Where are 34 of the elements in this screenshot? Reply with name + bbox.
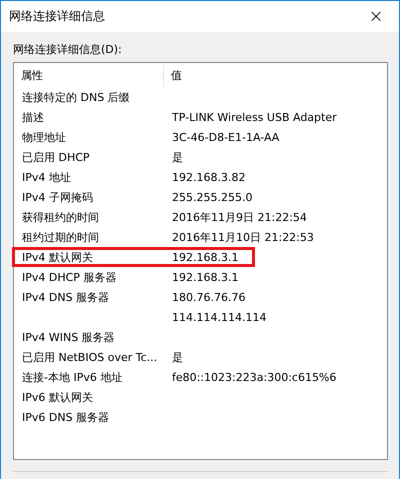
- value-cell-text: 192.168.3.1: [171, 270, 240, 284]
- property-cell-text: IPv4 WINS 服务器: [21, 330, 116, 344]
- property-cell-text: 连接-本地 IPv6 地址: [21, 370, 124, 384]
- property-cell-text: 获得租约的时间: [21, 210, 100, 224]
- value-cell-text: 2016年11月9日 21:22:54: [171, 210, 308, 224]
- property-cell-text: 租约过期的时间: [21, 230, 100, 244]
- property-cell-text: 描述: [21, 110, 45, 124]
- column-header[interactable]: 属性: [14, 65, 164, 87]
- value-cell-text: 192.168.3.1: [171, 250, 240, 264]
- value-cell-text: 114.114.114.114: [171, 310, 268, 324]
- value-cell-text: 2016年11月10日 21:22:53: [171, 230, 315, 244]
- property-cell-text: IPv6 DNS 服务器: [21, 410, 110, 424]
- value-cell-text: 是: [171, 150, 184, 164]
- value-cell-text: fe80::1023:223a:300:c615%6: [171, 370, 338, 384]
- column-header[interactable]: 值: [164, 65, 387, 87]
- property-cell-text: 物理地址: [21, 130, 67, 144]
- property-cell-text: IPv4 DHCP 服务器: [21, 270, 118, 284]
- window-title: 网络连接详细信息: [9, 8, 105, 25]
- property-cell-text: IPv4 默认网关: [21, 250, 94, 264]
- property-cell-text: 连接特定的 DNS 后缀: [21, 90, 131, 104]
- value-cell-text: 255.255.255.0: [171, 190, 254, 204]
- value-cell-text: 是: [171, 350, 184, 364]
- property-cell-text: IPv4 子网掩码: [21, 190, 94, 204]
- property-cell-text: IPv4 地址: [21, 170, 72, 184]
- value-cell-text: 192.168.3.82: [171, 170, 246, 184]
- property-cell-text: 已启用 DHCP: [21, 150, 91, 164]
- value-cell-text: 180.76.76.76: [171, 290, 246, 304]
- list-label: 网络连接详细信息(D):: [13, 42, 123, 57]
- property-cell-text: IPv4 DNS 服务器: [21, 290, 110, 304]
- value-cell-text: TP-LINK Wireless USB Adapter: [171, 110, 338, 124]
- close-button[interactable]: ×: [353, 1, 399, 32]
- property-cell-text: IPv6 默认网关: [21, 390, 94, 404]
- value-cell-text: 3C-46-D8-E1-1A-AA: [171, 130, 280, 144]
- property-cell-text: 已启用 NetBIOS over Tc...: [21, 350, 158, 364]
